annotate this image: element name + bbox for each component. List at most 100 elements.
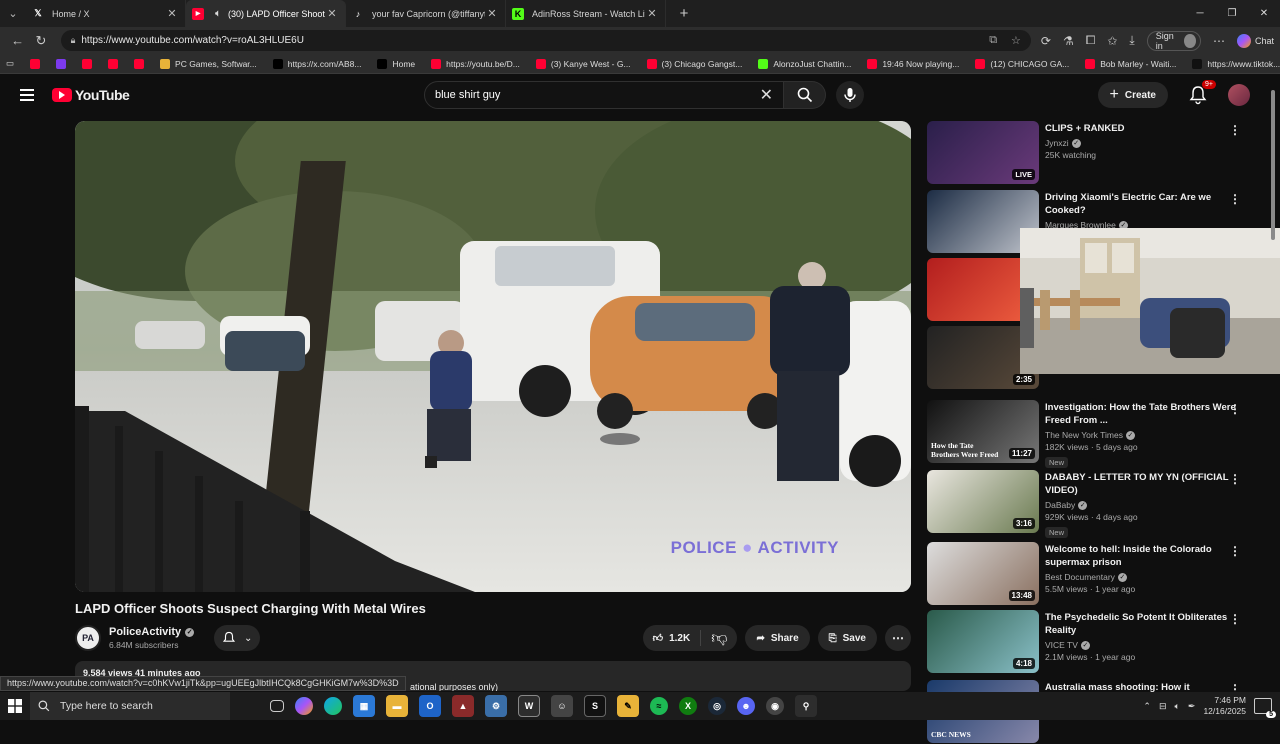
page-scrollbar[interactable]	[1270, 80, 1276, 680]
recommended-video-title[interactable]: The Psychedelic So Potent It Obliterates…	[1045, 611, 1245, 637]
pen-app-icon[interactable]: ✎	[617, 695, 639, 717]
show-hidden-icons-icon[interactable]: ⌃	[1143, 701, 1151, 712]
browser-tab[interactable]: K AdinRoss Stream - Watch Live on K ✕	[506, 0, 666, 27]
site-info-icon[interactable]: 🔒︎	[71, 35, 76, 46]
app-available-icon[interactable]: ⧉	[989, 34, 997, 47]
taskbar-search[interactable]: Type here to search	[30, 692, 230, 720]
recommended-video-title[interactable]: CLIPS + RANKED	[1045, 122, 1245, 135]
network-icon[interactable]: ⊟	[1159, 701, 1167, 712]
task-view-icon[interactable]	[270, 700, 284, 712]
tab-actions-menu[interactable]: ⌄	[0, 0, 26, 27]
pin-app-icon[interactable]: ⚲	[795, 695, 817, 717]
account-avatar[interactable]	[1228, 84, 1250, 106]
recommended-channel-name[interactable]: Best Documentary	[1045, 572, 1115, 582]
bookmark-item[interactable]: https://youtu.be/D...	[431, 58, 520, 69]
more-actions-icon[interactable]: ⋯	[885, 625, 911, 651]
search-input[interactable]: blue shirt guy ✕	[424, 81, 784, 109]
more-options-icon[interactable]: ⋮	[1229, 472, 1241, 486]
bookmark-item[interactable]: Home	[377, 58, 415, 69]
steam-icon[interactable]: ◎	[708, 697, 726, 715]
picture-in-picture-window[interactable]	[1020, 228, 1280, 374]
chrome-icon[interactable]: ◉	[766, 697, 784, 715]
bookmark-item[interactable]: (3) Kanye West - G...	[535, 58, 631, 69]
browser-tab[interactable]: ♪ your fav Capricorn (@tiffanythaii) ✕	[346, 0, 506, 27]
recommended-video-title[interactable]: Investigation: How the Tate Brothers Wer…	[1045, 401, 1245, 427]
game-launcher-icon[interactable]: W	[518, 695, 540, 717]
more-options-icon[interactable]: ⋮	[1229, 612, 1241, 626]
video-thumbnail[interactable]: 13:48	[927, 542, 1039, 605]
share-button[interactable]: ➦ Share	[745, 625, 810, 651]
video-thumbnail[interactable]: 3:16	[927, 470, 1039, 533]
studio-app-icon[interactable]: S	[584, 695, 606, 717]
recommended-video-title[interactable]: Driving Xiaomi's Electric Car: Are we Co…	[1045, 191, 1245, 217]
bookmark-item[interactable]	[108, 58, 119, 69]
volume-icon[interactable]: 🔈︎	[1175, 701, 1180, 712]
youtube-logo[interactable]: YouTube	[52, 87, 130, 103]
recommended-video[interactable]: 13:48 Welcome to hell: Inside the Colorad…	[927, 542, 1267, 606]
bookmark-item[interactable]	[134, 58, 145, 69]
xbox-icon[interactable]: X	[679, 697, 697, 715]
copilot-icon[interactable]	[295, 697, 313, 715]
video-player[interactable]: POLICE ● ACTIVITY	[75, 121, 911, 592]
bookmark-item[interactable]: 19:46 Now playing...	[867, 58, 959, 69]
close-icon[interactable]: ✕	[485, 7, 499, 20]
downloads-icon[interactable]: ⤓	[1129, 33, 1134, 48]
more-options-icon[interactable]: ⋮	[1229, 123, 1241, 137]
new-tab-button[interactable]: +	[672, 5, 696, 22]
recommended-video[interactable]: 3:16 DABABY - LETTER TO MY YN (OFFICIAL V…	[927, 470, 1267, 538]
bookmark-item[interactable]	[56, 58, 67, 69]
bookmark-item[interactable]	[82, 58, 93, 69]
recommended-channel-name[interactable]: VICE TV	[1045, 640, 1078, 650]
close-window-icon[interactable]: ✕	[1248, 8, 1280, 19]
back-icon[interactable]: ←	[6, 33, 29, 48]
like-button[interactable]: 👍︎ 1.2K	[643, 630, 702, 646]
edge-browser-icon[interactable]	[324, 697, 342, 715]
video-thumbnail[interactable]: LIVE	[927, 121, 1039, 184]
sign-in-button[interactable]: Sign in	[1146, 30, 1201, 51]
favorites-icon[interactable]: ✩	[1107, 34, 1117, 48]
recommended-channel-name[interactable]: DaBaby	[1045, 500, 1075, 510]
channel-name[interactable]: PoliceActivity	[109, 626, 181, 638]
notifications-button[interactable]: 9+	[1188, 80, 1216, 105]
spotify-icon[interactable]: ≈	[650, 697, 668, 715]
clock[interactable]: 7:46 PM 12/16/2025	[1203, 695, 1246, 717]
close-icon[interactable]: ✕	[645, 7, 659, 20]
copilot-chat-button[interactable]: Chat	[1237, 33, 1274, 48]
split-screen-icon[interactable]: ⧠	[1086, 33, 1096, 48]
recommended-video-title[interactable]: Welcome to hell: Inside the Colorado sup…	[1045, 543, 1245, 569]
browser-tab-active[interactable]: ▶ 🔈︎ (30) LAPD Officer Shoots Susp ✕	[186, 0, 346, 27]
more-options-icon[interactable]: ⋮	[1229, 544, 1241, 558]
recommended-video[interactable]: How the Tate Brothers Were Freed 11:27 Inv…	[927, 400, 1267, 468]
more-options-icon[interactable]: ⋮	[1229, 192, 1241, 206]
recommended-channel-name[interactable]: Jynxzi	[1045, 138, 1069, 148]
close-icon[interactable]: ✕	[325, 7, 339, 20]
browser-tab[interactable]: 𝕏 Home / X ✕	[26, 0, 186, 27]
more-options-icon[interactable]: ⋮	[1229, 402, 1241, 416]
browser-essentials-icon[interactable]: ⚗	[1063, 34, 1074, 48]
video-thumbnail[interactable]: How the Tate Brothers Were Freed 11:27	[927, 400, 1039, 463]
store-icon[interactable]: ▦	[353, 695, 375, 717]
save-button[interactable]: ⎘ Save	[817, 625, 877, 651]
discord-icon[interactable]: ☻	[737, 697, 755, 715]
file-explorer-icon[interactable]: ▬	[386, 695, 408, 717]
close-icon[interactable]: ✕	[165, 7, 179, 20]
pen-workspace-icon[interactable]: ✒	[1188, 701, 1196, 712]
subscription-bell-button[interactable]: ⌄	[214, 625, 261, 651]
speaker-icon[interactable]: 🔈︎	[212, 8, 224, 20]
recommended-video[interactable]: 4:18 The Psychedelic So Potent It Obliter…	[927, 610, 1267, 674]
favorite-star-icon[interactable]: ☆	[1011, 34, 1021, 47]
search-button[interactable]	[784, 81, 826, 109]
more-menu-icon[interactable]: ⋯	[1213, 34, 1225, 48]
bookmark-item[interactable]: https://www.tiktok....	[1192, 58, 1280, 69]
tool-app-icon[interactable]: ⚙	[485, 695, 507, 717]
bookmark-item[interactable]: PC Games, Softwar...	[160, 58, 257, 69]
extensions-icon[interactable]: ⟳	[1041, 34, 1051, 48]
start-button[interactable]	[0, 699, 30, 713]
outlook-icon[interactable]: O	[419, 695, 441, 717]
dislike-button[interactable]: 👎︎	[701, 629, 737, 648]
create-button[interactable]: + Create	[1097, 82, 1168, 108]
media-app-icon[interactable]: ☺	[551, 695, 573, 717]
notification-center-icon[interactable]: 5	[1254, 698, 1276, 718]
bookmark-item[interactable]: https://x.com/AB8...	[272, 58, 361, 69]
clear-search-icon[interactable]: ✕	[760, 85, 773, 105]
